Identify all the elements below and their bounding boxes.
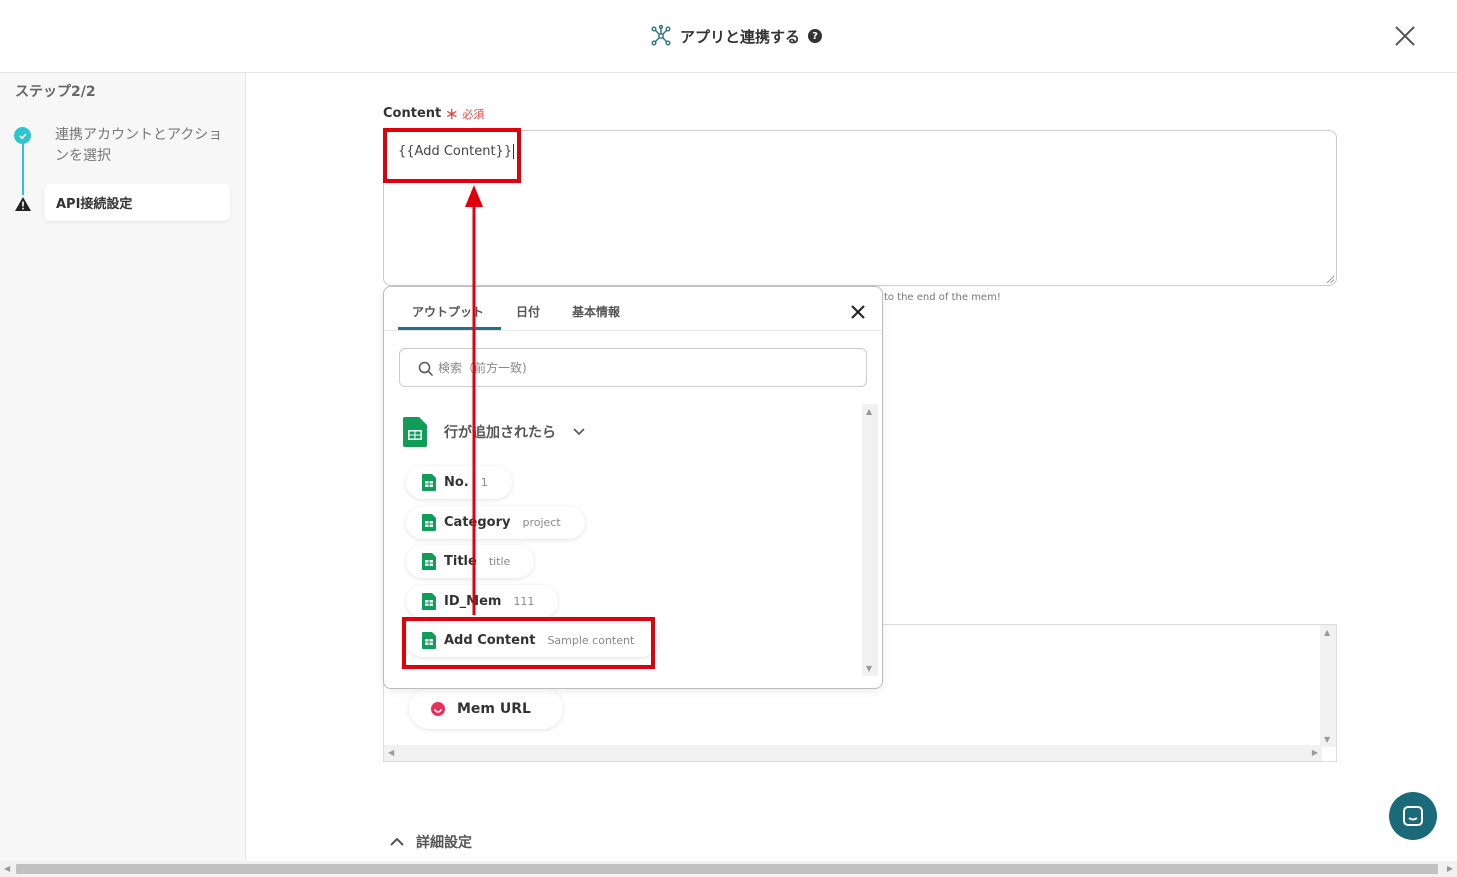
scroll-down-arrow-icon[interactable]: ▼	[866, 664, 872, 673]
modal-title-text: アプリと連携する	[680, 27, 801, 46]
search-input[interactable]	[438, 360, 838, 376]
close-icon[interactable]	[850, 304, 866, 320]
vertical-scrollbar[interactable]: ▲ ▼	[1320, 625, 1336, 747]
google-sheets-icon	[422, 474, 436, 491]
content-helper-text: l to the end of the mem!	[878, 292, 1001, 303]
chat-support-button[interactable]	[1389, 792, 1437, 840]
horizontal-scrollbar[interactable]: ◀ ▶	[384, 745, 1322, 761]
scroll-left-arrow-icon[interactable]: ◀	[388, 748, 394, 757]
content-field-label: Content ＊ 必須	[383, 104, 484, 123]
chevron-down-icon[interactable]	[573, 428, 585, 436]
steps-sidebar: ステップ2/2 連携アカウントとアクションを選択 API接続設定	[0, 73, 246, 861]
content-label-text: Content	[383, 106, 442, 121]
scroll-up-arrow-icon[interactable]: ▲	[866, 407, 872, 416]
highlight-content-box	[383, 128, 521, 183]
search-icon	[418, 361, 434, 377]
step-counter: ステップ2/2	[15, 84, 96, 100]
modal-title: アプリと連携する ?	[650, 24, 823, 48]
annotation-arrow-icon	[465, 185, 483, 615]
sidebar-step-api-settings[interactable]: API接続設定	[44, 184, 230, 221]
output-item-value: title	[488, 555, 511, 568]
step-connector	[22, 141, 24, 195]
resize-grip-icon[interactable]	[1326, 275, 1334, 283]
sidebar-step-select-action[interactable]: 連携アカウントとアクションを選択	[55, 125, 225, 167]
question-circle-icon[interactable]: ?	[808, 29, 823, 43]
google-sheets-icon	[422, 514, 436, 531]
scroll-down-arrow-icon[interactable]: ▼	[1324, 735, 1330, 744]
google-sheets-icon	[422, 553, 436, 570]
network-icon	[651, 25, 671, 46]
trigger-group-header[interactable]: 行が追加されたら	[403, 417, 585, 447]
highlight-add-content-box	[402, 617, 655, 669]
required-mark: ＊	[445, 108, 459, 123]
output-item-category[interactable]: Category project	[406, 506, 585, 539]
popup-tabs: アウトプット 日付 基本情報	[384, 287, 882, 331]
advanced-settings-toggle[interactable]: 詳細設定	[390, 832, 472, 852]
close-icon[interactable]	[1393, 24, 1417, 48]
scrollbar-thumb[interactable]	[16, 864, 1438, 874]
page-horizontal-scrollbar[interactable]: ◀ ▶	[0, 861, 1457, 877]
scroll-right-arrow-icon[interactable]: ▶	[1447, 864, 1453, 873]
warning-icon	[15, 197, 31, 211]
tab-date[interactable]: 日付	[516, 303, 540, 320]
content-textarea[interactable]	[383, 130, 1337, 286]
google-sheets-icon	[403, 417, 427, 447]
output-item-value: 111	[513, 595, 535, 608]
modal-header: アプリと連携する ?	[0, 0, 1457, 73]
popup-scrollbar[interactable]: ▲ ▼	[862, 404, 878, 676]
mem-url-label: Mem URL	[457, 700, 531, 717]
scroll-left-arrow-icon[interactable]: ◀	[4, 864, 10, 873]
chevron-up-icon	[390, 837, 404, 846]
mem-url-chip[interactable]: Mem URL	[409, 688, 563, 729]
required-text: 必須	[462, 107, 485, 121]
google-sheets-icon	[422, 593, 436, 610]
output-item-value: project	[522, 516, 561, 529]
scroll-up-arrow-icon[interactable]: ▲	[1324, 628, 1330, 637]
advanced-settings-label: 詳細設定	[416, 835, 472, 851]
output-item-no[interactable]: No. 1	[406, 466, 512, 499]
tab-basic-info[interactable]: 基本情報	[572, 303, 620, 320]
scroll-right-arrow-icon[interactable]: ▶	[1312, 748, 1318, 757]
mem-logo-icon	[431, 701, 445, 716]
check-circle-icon	[14, 127, 31, 144]
chat-icon	[1403, 806, 1423, 826]
trigger-group-label: 行が追加されたら	[444, 425, 556, 441]
